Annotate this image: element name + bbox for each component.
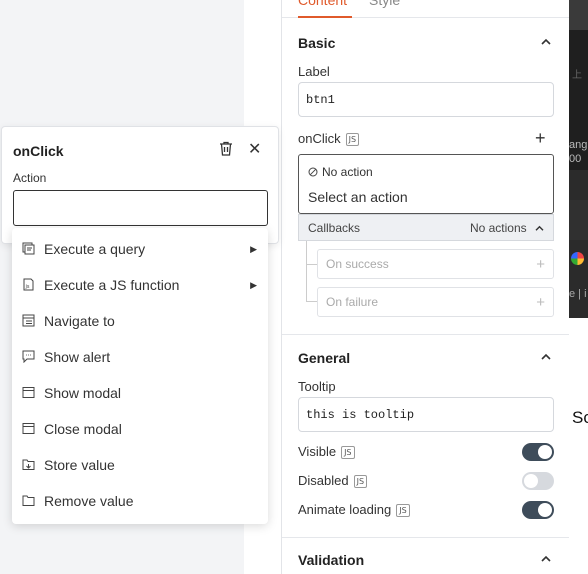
remove-value-icon — [22, 494, 36, 508]
toggle-knob — [538, 445, 552, 459]
js-toggle-icon[interactable]: JS — [345, 133, 360, 147]
alert-icon — [22, 350, 36, 364]
menu-item-label: Store value — [44, 457, 115, 473]
visible-field-label: Visible JS — [298, 444, 355, 460]
select-action-text: Select an action — [308, 189, 408, 205]
chevron-up-icon[interactable] — [541, 554, 551, 566]
menu-item-label: Navigate to — [44, 313, 115, 329]
action-field-label: Action — [13, 171, 47, 185]
add-action-icon[interactable]: + — [535, 128, 546, 149]
section-basic-title[interactable]: Basic — [298, 35, 335, 51]
tooltip-field-label: Tooltip — [298, 379, 336, 394]
preview-mid-text: ang 00 — [569, 139, 588, 165]
menu-item-label: Show modal — [44, 385, 122, 401]
menu-item-store-value[interactable]: Store value — [12, 447, 268, 483]
preview-bar — [569, 200, 588, 240]
property-panel: Content Style Basic Label btn1 onClick JS… — [281, 0, 569, 574]
add-callback-icon[interactable]: + — [536, 294, 545, 311]
on-failure-label: On failure — [326, 295, 379, 309]
preview-header — [569, 0, 588, 30]
disabled-toggle[interactable] — [522, 472, 554, 490]
action-dropdown-menu: Execute a query ▶ js Execute a JS functi… — [12, 228, 268, 524]
callbacks-label: Callbacks — [308, 220, 361, 235]
onclick-label-text: onClick — [298, 131, 341, 146]
menu-item-label: Show alert — [44, 349, 111, 365]
animate-loading-field-label: Animate loading JS — [298, 502, 410, 518]
onclick-action-popup: onClick ✕ Action — [1, 126, 279, 244]
menu-item-label: Execute a JS function — [44, 277, 180, 293]
js-toggle-icon[interactable]: JS — [341, 446, 355, 460]
navigate-icon — [22, 314, 36, 328]
callbacks-value: No actions — [469, 220, 527, 235]
on-failure-callback[interactable]: On failure + — [317, 287, 554, 317]
modal-icon — [22, 386, 36, 400]
menu-item-show-alert[interactable]: Show alert — [12, 339, 268, 375]
property-tabs: Content Style — [282, 0, 569, 18]
chevron-up-icon[interactable] — [541, 37, 551, 49]
section-divider — [282, 334, 569, 335]
js-toggle-icon[interactable]: JS — [353, 475, 368, 489]
chrome-logo-icon — [571, 252, 584, 265]
menu-item-execute-query[interactable]: Execute a query ▶ — [12, 231, 268, 267]
callbacks-value-wrap: No actions — [470, 221, 544, 235]
store-value-icon — [22, 458, 36, 472]
visible-toggle[interactable] — [522, 443, 554, 461]
section-general-title[interactable]: General — [298, 350, 350, 366]
action-search-input[interactable] — [13, 190, 268, 226]
onclick-field-label: onClick JS — [298, 131, 360, 147]
tooltip-input-value: this is tooltip — [306, 407, 415, 422]
no-action-icon — [308, 167, 318, 177]
animate-loading-label-text: Animate loading — [298, 502, 392, 517]
popup-title: onClick — [13, 143, 64, 159]
disabled-field-label: Disabled JS — [298, 473, 368, 489]
chevron-up-icon — [535, 225, 544, 231]
menu-item-label: Remove value — [44, 493, 134, 509]
app-preview-strip: 上 ang 00 e | i Sc — [569, 0, 588, 574]
preview-heading-text: Sc — [572, 408, 588, 427]
toggle-knob — [538, 503, 552, 517]
query-icon — [22, 242, 36, 256]
callback-tree-branch — [306, 264, 317, 265]
menu-item-remove-value[interactable]: Remove value — [12, 483, 268, 519]
section-validation-title[interactable]: Validation — [298, 552, 364, 568]
menu-item-navigate-to[interactable]: Navigate to — [12, 303, 268, 339]
visible-label-text: Visible — [298, 444, 337, 459]
label-field-label: Label — [298, 64, 330, 79]
callbacks-header[interactable]: Callbacks No actions — [298, 214, 554, 241]
submenu-arrow-icon: ▶ — [250, 243, 257, 254]
action-selector[interactable]: No action Select an action — [298, 154, 554, 214]
animate-loading-toggle[interactable] — [522, 501, 554, 519]
js-toggle-icon[interactable]: JS — [396, 504, 410, 518]
label-input-value: btn1 — [306, 92, 335, 107]
menu-item-close-modal[interactable]: Close modal — [12, 411, 268, 447]
preview-white-area — [569, 318, 588, 574]
add-callback-icon[interactable]: + — [536, 256, 545, 273]
menu-item-label: Close modal — [44, 421, 122, 437]
tab-active-indicator — [298, 16, 352, 18]
menu-item-label: Execute a query — [44, 241, 146, 257]
label-input[interactable]: btn1 — [298, 82, 554, 117]
disabled-label-text: Disabled — [298, 473, 349, 488]
svg-text:js: js — [25, 284, 30, 290]
trash-icon[interactable] — [219, 141, 235, 157]
toggle-knob — [524, 474, 538, 488]
no-action-row: No action — [308, 165, 373, 179]
tab-content[interactable]: Content — [298, 0, 347, 8]
close-icon[interactable]: ✕ — [248, 139, 261, 159]
preview-top-text: 上 — [572, 70, 582, 81]
menu-item-show-modal[interactable]: Show modal — [12, 375, 268, 411]
on-success-callback[interactable]: On success + — [317, 249, 554, 279]
no-action-text: No action — [322, 165, 373, 179]
section-divider — [282, 537, 569, 538]
preview-caption-text: e | i — [569, 288, 587, 300]
callback-tree-branch — [306, 301, 317, 302]
chevron-up-icon[interactable] — [541, 352, 551, 364]
submenu-arrow-icon: ▶ — [250, 279, 257, 290]
tooltip-input[interactable]: this is tooltip — [298, 397, 554, 432]
close-modal-icon — [22, 422, 36, 436]
menu-item-execute-js[interactable]: js Execute a JS function ▶ — [12, 267, 268, 303]
on-success-label: On success — [326, 257, 389, 271]
js-function-icon: js — [22, 278, 36, 292]
tab-style[interactable]: Style — [369, 0, 400, 8]
